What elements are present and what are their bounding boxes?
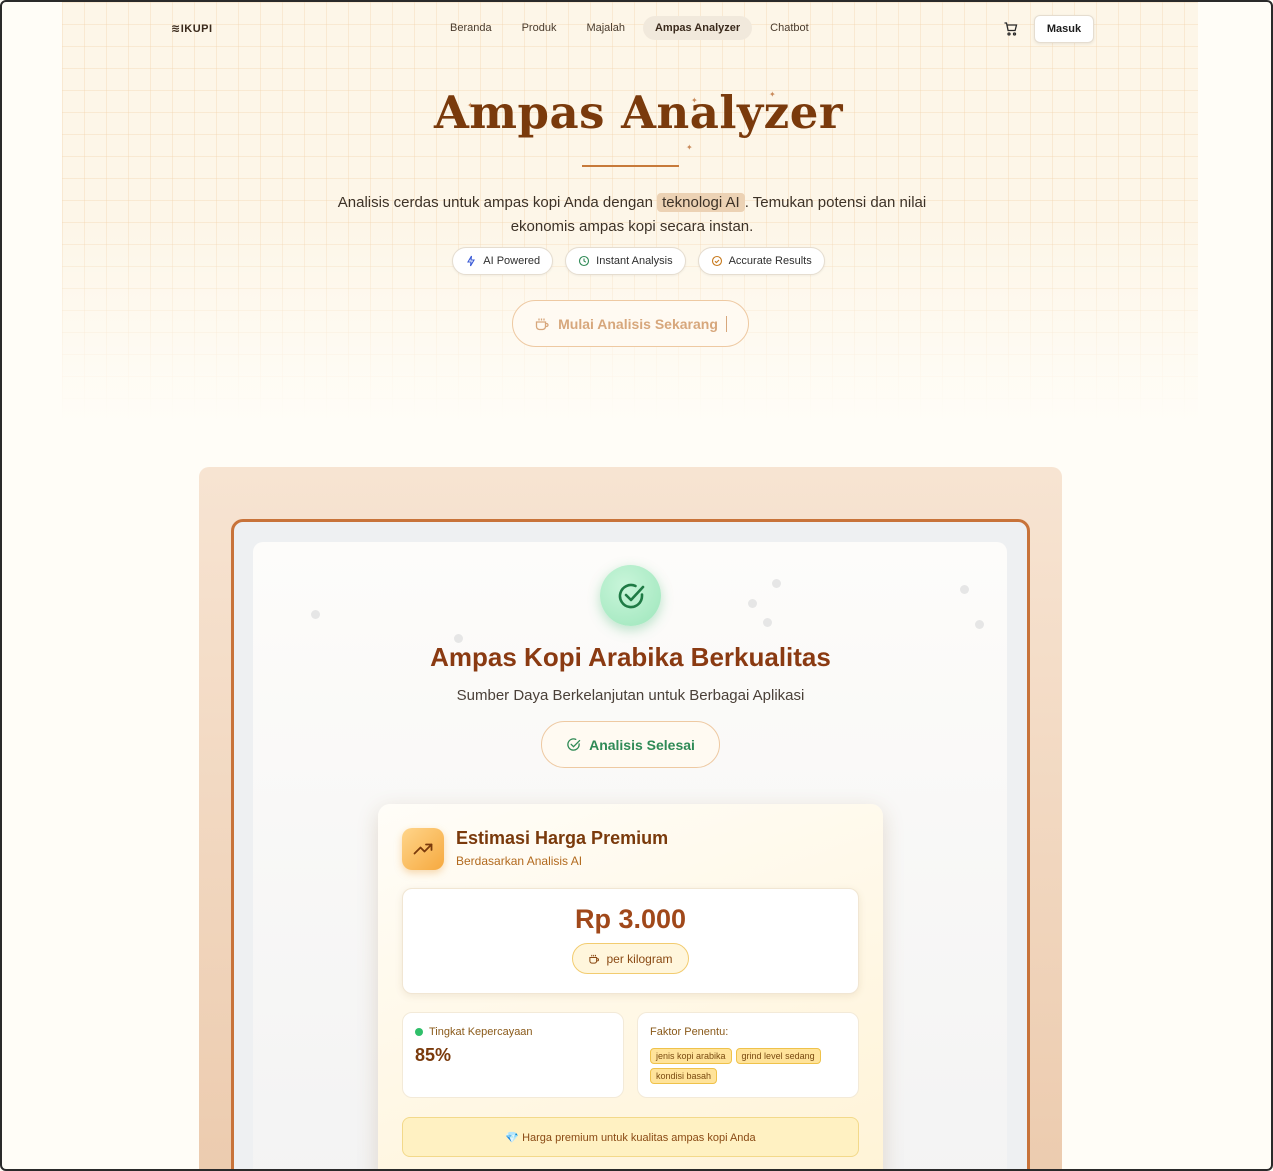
- decorative-dot: [975, 620, 984, 629]
- page-title: Ampas Analyzer: [433, 86, 844, 139]
- highlight-ai: teknologi AI: [657, 193, 745, 212]
- factors-label: Faktor Penentu:: [650, 1026, 729, 1038]
- text-caret: [725, 315, 727, 332]
- coffee-cup-icon: [535, 318, 549, 330]
- confidence-value: 85%: [415, 1045, 452, 1065]
- cart-icon[interactable]: [1003, 21, 1019, 37]
- success-check-badge: [600, 565, 661, 626]
- hero-description: Analisis cerdas untuk ampas kopi Anda de…: [332, 191, 932, 239]
- pill-label: Instant Analysis: [596, 255, 673, 267]
- nav-link-beranda[interactable]: Beranda: [438, 16, 504, 40]
- sparkle-icon: [467, 255, 476, 267]
- factor-tags: jenis kopi arabika grind level sedang ko…: [650, 1048, 850, 1084]
- factor-tag: jenis kopi arabika: [650, 1048, 732, 1064]
- price-value: Rp 3.000: [574, 904, 687, 934]
- nav-link-chatbot[interactable]: Chatbot: [758, 16, 821, 40]
- status-dot: [415, 1028, 423, 1036]
- page-frame: ≋IKUPI Beranda Produk Majalah Ampas Anal…: [0, 0, 1273, 1171]
- price-card-title: Estimasi Harga Premium: [456, 828, 669, 848]
- coffee-cup-icon: [589, 954, 600, 964]
- price-card-subtitle: Berdasarkan Analisis AI: [456, 854, 583, 868]
- analysis-complete-label: Analisis Selesai: [589, 736, 695, 753]
- price-unit-label: per kilogram: [606, 951, 673, 966]
- trending-up-icon: [413, 843, 433, 855]
- start-analysis-label: Mulai Analisis Sekarang: [558, 315, 718, 332]
- brand-logo[interactable]: ≋IKUPI: [171, 22, 213, 35]
- feature-pills: AI Powered Instant Analysis Accurate Res…: [2, 247, 1271, 275]
- pill-label: Accurate Results: [728, 255, 812, 267]
- confidence-label: Tingkat Kepercayaan: [415, 1026, 533, 1038]
- analysis-complete-badge[interactable]: Analisis Selesai: [541, 721, 720, 768]
- pill-accurate-results: Accurate Results: [697, 247, 825, 275]
- result-subtitle: Sumber Daya Berkelanjutan untuk Berbagai…: [456, 687, 805, 704]
- confidence-label-text: Tingkat Kepercayaan: [429, 1026, 533, 1038]
- clock-icon: [579, 255, 590, 267]
- title-underline: [582, 165, 679, 167]
- nav-link-ampas-analyzer[interactable]: Ampas Analyzer: [642, 16, 753, 40]
- hero-desc-text: Analisis cerdas untuk ampas kopi Anda de…: [337, 194, 658, 211]
- nav-link-majalah[interactable]: Majalah: [574, 16, 637, 40]
- factor-tag: grind level sedang: [735, 1048, 821, 1064]
- trending-up-badge: [402, 828, 444, 870]
- premium-note: 💎 Harga premium untuk kualitas ampas kop…: [402, 1117, 859, 1157]
- decorative-dot: [772, 579, 781, 588]
- nav-link-produk[interactable]: Produk: [510, 16, 569, 40]
- sparkle-decoration: ✦: [686, 143, 693, 152]
- decorative-dot: [311, 610, 320, 619]
- check-circle-icon: [711, 255, 722, 267]
- check-circle-icon: [567, 738, 581, 751]
- login-button[interactable]: Masuk: [1034, 15, 1094, 43]
- pill-label: AI Powered: [483, 255, 541, 267]
- start-analysis-button[interactable]: Mulai Analisis Sekarang: [512, 300, 749, 347]
- decorative-dot: [748, 599, 757, 608]
- premium-note-text: 💎 Harga premium untuk kualitas ampas kop…: [505, 1131, 756, 1144]
- nav-links: Beranda Produk Majalah Ampas Analyzer Ch…: [438, 16, 827, 40]
- factor-tag: kondisi basah: [650, 1068, 718, 1084]
- decorative-dot: [960, 585, 969, 594]
- result-title: Ampas Kopi Arabika Berkualitas: [430, 642, 831, 672]
- decorative-dot: [763, 618, 772, 627]
- top-navbar: ≋IKUPI Beranda Produk Majalah Ampas Anal…: [2, 2, 1271, 56]
- pill-instant-analysis: Instant Analysis: [565, 247, 686, 275]
- pill-ai-powered: AI Powered: [452, 247, 554, 275]
- price-unit-pill: per kilogram: [572, 943, 689, 974]
- check-circle-icon: [618, 583, 644, 608]
